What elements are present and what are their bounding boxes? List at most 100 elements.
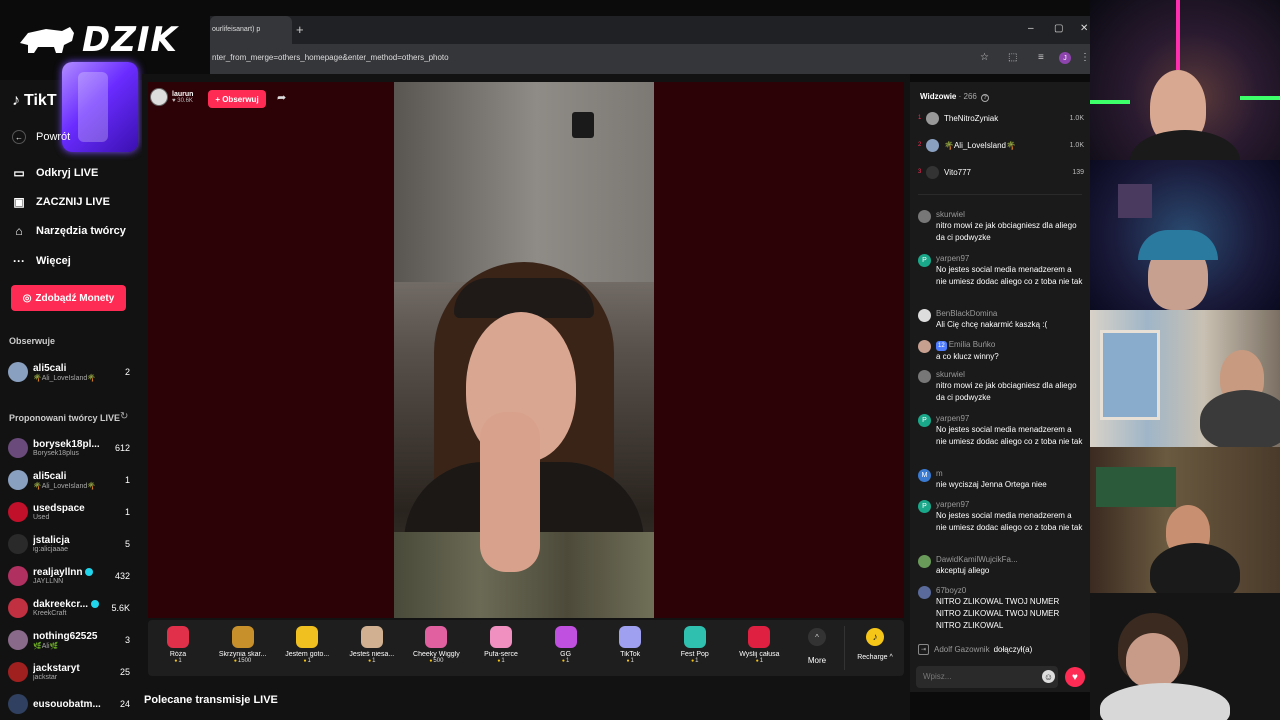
chat-username: BenBlackDomina bbox=[936, 309, 998, 318]
back-button[interactable]: ← Powrót bbox=[12, 130, 70, 144]
avatar[interactable]: M bbox=[918, 469, 931, 482]
suggested-creator-item[interactable]: jstalicja ig:alicjaaae 5 bbox=[8, 530, 130, 558]
heart-icon[interactable]: ♥ bbox=[1065, 667, 1085, 687]
follow-button[interactable]: + Obserwuj bbox=[208, 90, 266, 108]
nav-item-start-live[interactable]: ▣ ZACZNIJ LIVE bbox=[12, 195, 110, 209]
share-icon[interactable]: ➦ bbox=[277, 91, 286, 104]
avatar[interactable]: P bbox=[918, 500, 931, 513]
menu-icon[interactable]: ⋮ bbox=[1080, 52, 1090, 63]
nav-item-creator-tools[interactable]: ⌂ Narzędzia twórcy bbox=[12, 224, 126, 238]
refresh-icon[interactable]: ↻ bbox=[120, 411, 128, 422]
suggested-creator-item[interactable]: borysek18pl... Borysek18plus 612 bbox=[8, 434, 130, 462]
top-viewer-item[interactable]: 2 🌴Ali_LoveIsland🌴 1.0K bbox=[918, 136, 1084, 154]
info-icon[interactable]: ? bbox=[981, 94, 990, 102]
host-info[interactable]: laurun ♥ 30.6K bbox=[150, 88, 193, 106]
gift-name: Jesteś niesa... bbox=[349, 651, 395, 658]
avatar[interactable] bbox=[918, 210, 931, 223]
avatar[interactable]: P bbox=[918, 414, 931, 427]
viewer-count: 612 bbox=[114, 443, 130, 453]
avatar[interactable] bbox=[918, 309, 931, 322]
chat-text: NITRO ZLIKOWAL TWOJ NUMER NITRO ZLIKOWAL… bbox=[936, 597, 1060, 630]
gift-name: Jestem goto... bbox=[285, 651, 330, 658]
tiktok-logo[interactable]: ♪ TikT bbox=[12, 92, 57, 110]
browser-tab[interactable]: ourlifeisanart) p bbox=[210, 16, 292, 44]
get-coins-button[interactable]: ◎ Zdobądź Monety bbox=[11, 285, 126, 311]
gift-item[interactable]: TikTok1 bbox=[598, 624, 662, 674]
gift-name: Skrzynia skar... bbox=[218, 651, 267, 658]
gift-price: 1 bbox=[146, 658, 210, 664]
gift-item[interactable]: Cheeky Wiggly500 bbox=[404, 624, 468, 674]
gift-item[interactable]: Jestem goto...1 bbox=[275, 624, 339, 674]
media-icon[interactable]: ≡ bbox=[1038, 52, 1044, 63]
brand-text: DZIK bbox=[82, 20, 178, 60]
top-viewer-item[interactable]: 3 Vito777 139 bbox=[918, 163, 1084, 181]
maximize-button[interactable]: ▢ bbox=[1054, 23, 1063, 34]
nav-item-more[interactable]: ··· Więcej bbox=[12, 254, 71, 268]
join-user: Adolf Gazownik bbox=[934, 645, 990, 654]
suggested-creator-item[interactable]: ali5cali 🌴Ali_LoveIsland🌴 1 bbox=[8, 466, 130, 494]
gift-item[interactable]: GG1 bbox=[534, 624, 598, 674]
close-window-button[interactable]: ✕ bbox=[1080, 23, 1088, 34]
screen: DZIK ♪ TikT ← Powrót ▭ Odkryj LIVE ▣ ZAC… bbox=[0, 0, 1280, 720]
chat-message: skurwiel nitro mowi ze jak obciagniesz dl… bbox=[918, 210, 1084, 244]
top-viewer-item[interactable]: 1 TheNitroZyniak 1.0K bbox=[918, 109, 1084, 127]
suggested-creator-item[interactable]: dakreekcr... KreekCraft 5.6K bbox=[8, 594, 130, 622]
recharge-button[interactable]: ♪ Recharge ^ bbox=[850, 628, 900, 672]
emoji-icon[interactable]: ☺ bbox=[1042, 670, 1055, 683]
following-item[interactable]: ali5cali 🌴Ali_LoveIsland🌴 2 bbox=[8, 358, 130, 386]
chat-text: a co klucz winny? bbox=[936, 352, 999, 361]
webcam-2 bbox=[1090, 160, 1280, 310]
gift-bar: Róża1Skrzynia skar...1500Jestem goto...1… bbox=[148, 620, 904, 676]
viewer-count: 25 bbox=[119, 667, 130, 677]
viewers-header[interactable]: Widzowie · 266 ? bbox=[920, 92, 990, 102]
suggested-creator-item[interactable]: nothing62525 🌿Ali🌿 3 bbox=[8, 626, 130, 654]
gift-item[interactable]: Róża1 bbox=[146, 624, 210, 674]
gift-name: TikTok bbox=[620, 651, 641, 658]
overlay-purple-graphic bbox=[62, 62, 138, 152]
host-name: laurun bbox=[172, 90, 194, 98]
chat-text: nitro mowi ze jak obciagniesz dla aliego… bbox=[936, 221, 1077, 242]
avatar bbox=[8, 502, 28, 522]
coin-icon: ◎ bbox=[22, 292, 32, 304]
tools-icon: ⌂ bbox=[15, 224, 23, 238]
creator-sub: Borysek18plus bbox=[33, 450, 79, 457]
gift-icon bbox=[296, 626, 319, 648]
address-bar[interactable]: nter_from_merge=others_homepage&enter_me… bbox=[210, 44, 1090, 74]
creator-sub: jackstar bbox=[33, 674, 58, 681]
following-title: Obserwuje bbox=[9, 336, 56, 346]
chat-input[interactable]: Wpisz... bbox=[916, 666, 1058, 688]
join-notice: ⇥ Adolf Gazownik dołączył(a) bbox=[918, 644, 1032, 655]
gift-item[interactable]: Jesteś niesa...1 bbox=[340, 624, 404, 674]
minimize-button[interactable]: – bbox=[1028, 23, 1034, 34]
gift-icon bbox=[231, 626, 254, 648]
more-gifts-button[interactable]: ^ More bbox=[804, 628, 830, 672]
avatar[interactable] bbox=[918, 340, 931, 353]
gift-item[interactable]: Pufa-serce1 bbox=[469, 624, 533, 674]
viewer-count: 24 bbox=[119, 699, 130, 709]
suggested-creator-item[interactable]: realjayllnn JAYLLNN 432 bbox=[8, 562, 130, 590]
nav-item-discover-live[interactable]: ▭ Odkryj LIVE bbox=[12, 166, 98, 180]
creator-name: borysek18pl... bbox=[33, 439, 100, 450]
gift-item[interactable]: Fest Pop1 bbox=[663, 624, 727, 674]
divider bbox=[844, 626, 845, 670]
avatar[interactable] bbox=[918, 370, 931, 383]
suggested-creator-item[interactable]: usedspace Used 1 bbox=[8, 498, 130, 526]
gift-item[interactable]: Wyślij całusa1 bbox=[727, 624, 791, 674]
avatar[interactable]: P bbox=[918, 254, 931, 267]
avatar[interactable] bbox=[918, 555, 931, 568]
chat-username: m bbox=[936, 469, 943, 478]
new-tab-button[interactable]: + bbox=[296, 22, 304, 37]
suggested-creator-item[interactable]: eusouobatm... 24 bbox=[8, 690, 130, 718]
live-video[interactable] bbox=[394, 82, 654, 618]
gift-item[interactable]: Skrzynia skar...1500 bbox=[211, 624, 275, 674]
profile-avatar[interactable]: J bbox=[1059, 52, 1071, 64]
gift-name: Wyślij całusa bbox=[739, 651, 780, 658]
url-text[interactable]: nter_from_merge=others_homepage&enter_me… bbox=[212, 53, 449, 62]
webcam-5 bbox=[1090, 593, 1280, 720]
avatar[interactable] bbox=[918, 586, 931, 599]
star-icon[interactable]: ☆ bbox=[980, 52, 989, 63]
suggested-creator-item[interactable]: jackstaryt jackstar 25 bbox=[8, 658, 130, 686]
recharge-label: Recharge ^ bbox=[857, 654, 893, 661]
chat-username: skurwiel bbox=[936, 370, 965, 379]
extensions-icon[interactable]: ⬚ bbox=[1008, 52, 1017, 63]
